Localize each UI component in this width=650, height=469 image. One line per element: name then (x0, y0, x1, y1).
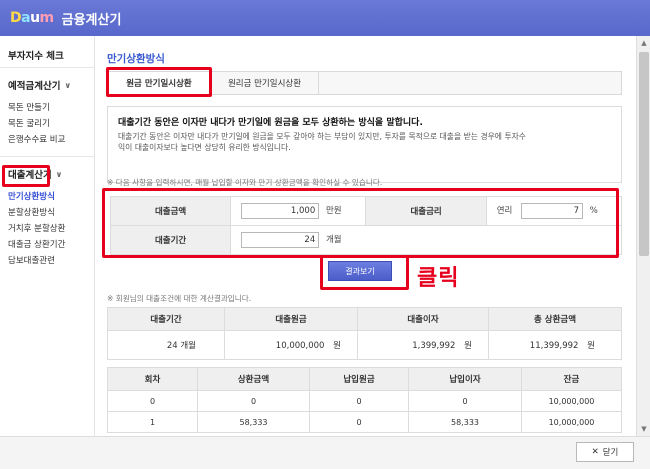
close-icon: ✕ (591, 447, 599, 457)
scroll-down-icon[interactable]: ▼ (637, 422, 650, 436)
sidebar-item-repay-period[interactable]: 대출금 상환기간 (8, 237, 94, 253)
close-button[interactable]: ✕ 닫기 (576, 442, 634, 462)
highlight-box-sidebar (2, 165, 50, 187)
app-title: 금융계산기 (61, 12, 122, 28)
sidebar-item-mortgage[interactable]: 담보대출관련 (8, 253, 94, 269)
schedule-header: 회차 (107, 367, 198, 391)
sidebar-section-deposit: 예적금계산기 ∨ 목돈 만들기 목돈 굴리기 은행수수료 비교 (0, 68, 94, 148)
description-title: 대출기간 동안은 이자만 내다가 만기일에 원금을 모두 상환하는 방식을 말합… (118, 118, 423, 128)
scroll-thumb[interactable] (639, 52, 649, 256)
chevron-down-icon: ∨ (55, 169, 63, 179)
summary-unit: 원 (464, 341, 472, 351)
summary-cell: 24 개월 (107, 330, 225, 360)
click-annotation: 클릭 (417, 266, 460, 291)
vertical-scrollbar[interactable]: ▲ ▼ (636, 36, 650, 436)
schedule-table: 회차 상환금액 납입원금 납입이자 잔금 0 0 0 0 10,000,000 … (107, 367, 622, 433)
summary-value: 11,399,992 (529, 341, 579, 351)
summary-row: 24 개월 10,000,000 원 1,399,992 원 11,399,99… (107, 330, 622, 360)
sidebar-item-maturity-repay[interactable]: 만기상환방식 (8, 189, 94, 205)
summary-unit: 개월 (180, 341, 196, 351)
sidebar-item-bank-fee[interactable]: 은행수수료 비교 (8, 132, 94, 148)
sidebar-heading-label: 예적금계산기 (8, 81, 61, 92)
logo-letter: u (30, 10, 40, 26)
table-cell: 0 (107, 390, 198, 412)
schedule-header-row: 회차 상환금액 납입원금 납입이자 잔금 (107, 367, 622, 391)
table-cell: 0 (408, 390, 522, 412)
summary-header: 총 상환금액 (488, 307, 622, 331)
summary-cell: 11,399,992 원 (488, 330, 622, 360)
description-box: 대출기간 동안은 이자만 내다가 만기일에 원금을 모두 상환하는 방식을 말합… (107, 106, 622, 183)
sidebar-heading-deposit[interactable]: 예적금계산기 ∨ (8, 78, 94, 93)
table-cell: 0 (309, 411, 409, 433)
highlight-box-inputs (102, 188, 619, 258)
summary-cell: 10,000,000 원 (224, 330, 358, 360)
table-row: 1 58,333 0 58,333 10,000,000 (107, 411, 622, 433)
result-note: ※ 회원님의 대출조건에 대한 계산결과입니다. (107, 294, 252, 303)
summary-table: 대출기간 대출원금 대출이자 총 상환금액 24 개월 10,000,000 원… (107, 307, 622, 360)
sidebar-item-lump-sum-make[interactable]: 목돈 만들기 (8, 100, 94, 116)
close-label: 닫기 (602, 448, 619, 458)
summary-header: 대출기간 (107, 307, 225, 331)
tab-principal-interest-maturity[interactable]: 원리금 만기일시상환 (211, 72, 319, 94)
sidebar-item-grace-installment[interactable]: 거치후 분할상환 (8, 221, 94, 237)
input-note: ※ 다음 사항을 입력하시면, 매월 납입할 이자와 만기 상환금액을 확인하실… (107, 178, 383, 187)
logo-letter: a (21, 10, 31, 26)
table-cell: 58,333 (408, 411, 522, 433)
app-header: D a u m 금융계산기 (0, 0, 650, 36)
schedule-header: 납입원금 (309, 367, 409, 391)
summary-cell: 1,399,992 원 (357, 330, 489, 360)
summary-header: 대출원금 (224, 307, 358, 331)
logo-letter: D (10, 10, 22, 26)
schedule-header: 상환금액 (197, 367, 310, 391)
page-title: 만기상환방식 (107, 53, 165, 65)
sidebar-item-rich-index[interactable]: 부자지수 체크 (0, 36, 94, 68)
scroll-up-icon[interactable]: ▲ (637, 36, 650, 50)
sidebar: 부자지수 체크 예적금계산기 ∨ 목돈 만들기 목돈 굴리기 은행수수료 비교 … (0, 36, 95, 436)
sidebar-item-lump-sum-grow[interactable]: 목돈 굴리기 (8, 116, 94, 132)
summary-unit: 원 (587, 341, 595, 351)
table-cell: 0 (309, 390, 409, 412)
summary-unit: 원 (333, 341, 341, 351)
schedule-header: 잔금 (521, 367, 622, 391)
logo-letter: m (39, 10, 55, 26)
table-cell: 58,333 (197, 411, 310, 433)
summary-value: 1,399,992 (412, 341, 456, 351)
highlight-box-button (320, 255, 409, 290)
daum-logo: D a u m (10, 10, 54, 26)
chevron-down-icon: ∨ (64, 80, 71, 90)
schedule-header: 납입이자 (408, 367, 522, 391)
summary-header-row: 대출기간 대출원금 대출이자 총 상환금액 (107, 307, 622, 331)
table-cell: 0 (197, 390, 310, 412)
summary-value: 10,000,000 (275, 341, 325, 351)
description-body: 대출기간 동안은 이자만 내다가 만기일에 원금을 모두 갚아야 하는 부담이 … (118, 131, 611, 153)
description-line: 대출기간 동안은 이자만 내다가 만기일에 원금을 모두 갚아야 하는 부담이 … (118, 132, 526, 141)
sidebar-item-installment-repay[interactable]: 분할상환방식 (8, 205, 94, 221)
summary-value: 24 (166, 341, 178, 351)
table-cell: 1 (107, 411, 198, 433)
table-row: 0 0 0 0 10,000,000 (107, 390, 622, 412)
footer-bar (0, 436, 650, 469)
highlight-box-tab (106, 67, 212, 97)
summary-header: 대출이자 (357, 307, 489, 331)
description-line: 익이 대출이자보다 높다면 상당히 유리한 방식입니다. (118, 143, 291, 152)
table-cell: 10,000,000 (521, 390, 622, 412)
table-cell: 10,000,000 (521, 411, 622, 433)
